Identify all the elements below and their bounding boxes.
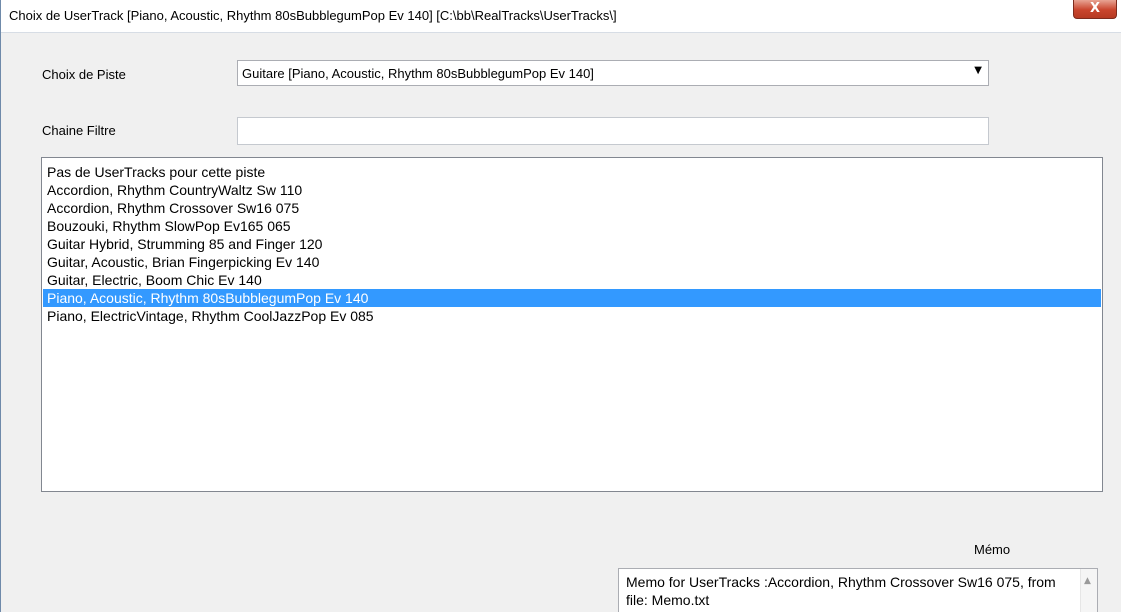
usertracks-list[interactable]: Pas de UserTracks pour cette piste Accor… [41, 157, 1103, 492]
window-title: Choix de UserTrack [Piano, Acoustic, Rhy… [9, 8, 617, 23]
usertrack-dialog: Choix de UserTrack [Piano, Acoustic, Rhy… [0, 0, 1121, 612]
list-item[interactable]: Accordion, Rhythm CountryWaltz Sw 110 [43, 181, 1101, 199]
list-item[interactable]: Guitar Hybrid, Strumming 85 and Finger 1… [43, 235, 1101, 253]
track-choice-value: Guitare [Piano, Acoustic, Rhythm 80sBubb… [242, 66, 594, 81]
list-item[interactable]: Guitar, Acoustic, Brian Fingerpicking Ev… [43, 253, 1101, 271]
list-item[interactable]: Piano, ElectricVintage, Rhythm CoolJazzP… [43, 307, 1101, 325]
filter-input[interactable] [237, 117, 989, 145]
list-item[interactable]: Pas de UserTracks pour cette piste [43, 163, 1101, 181]
dropdown-arrow-icon: ▼ [974, 65, 982, 76]
list-item[interactable]: Bouzouki, Rhythm SlowPop Ev165 065 [43, 217, 1101, 235]
close-icon: X [1089, 1, 1101, 16]
memo-scrollbar[interactable]: ▲ [1080, 569, 1097, 612]
track-choice-label: Choix de Piste [42, 67, 126, 82]
filter-label: Chaine Filtre [42, 123, 116, 138]
track-choice-dropdown[interactable]: Guitare [Piano, Acoustic, Rhythm 80sBubb… [237, 60, 989, 86]
list-item-selected[interactable]: Piano, Acoustic, Rhythm 80sBubblegumPop … [43, 289, 1101, 307]
memo-text: Memo for UserTracks :Accordion, Rhythm C… [626, 574, 1056, 608]
close-button[interactable]: X [1073, 0, 1117, 19]
list-item[interactable]: Accordion, Rhythm Crossover Sw16 075 [43, 199, 1101, 217]
memo-textarea[interactable]: Memo for UserTracks :Accordion, Rhythm C… [618, 568, 1098, 612]
memo-label: Mémo [974, 542, 1011, 557]
list-item[interactable]: Guitar, Electric, Boom Chic Ev 140 [43, 271, 1101, 289]
scroll-up-arrow-icon[interactable]: ▲ [1084, 576, 1091, 586]
title-bar[interactable]: Choix de UserTrack [Piano, Acoustic, Rhy… [1, 0, 1121, 33]
